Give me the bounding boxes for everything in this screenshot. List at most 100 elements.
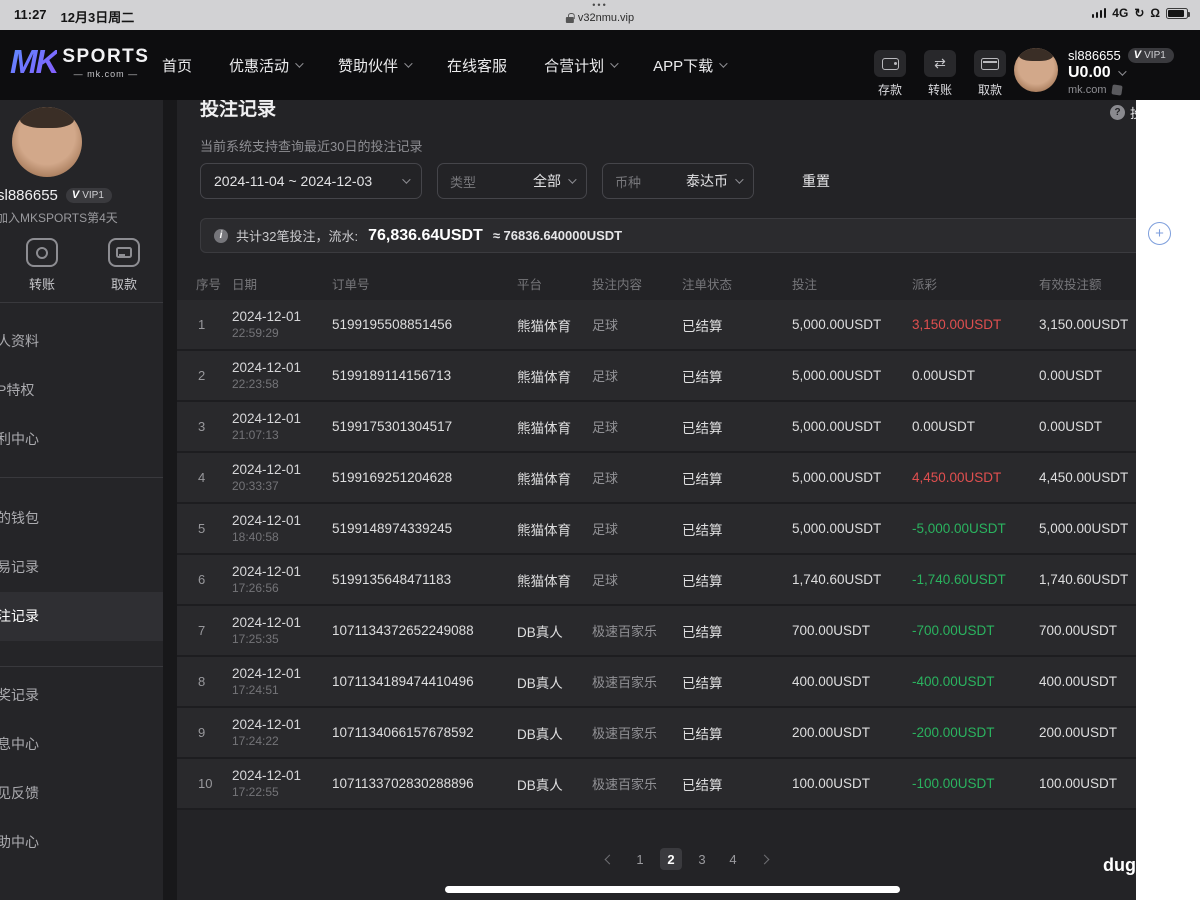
cell-seq: 10 [198,776,213,791]
sidebar-item-feedback[interactable]: 见反馈 [0,769,163,818]
cell-payout: 4,450.00USDT [912,470,1002,485]
user-account-area[interactable]: sl886655 V VIP1 U0.00 mk.com [1014,48,1174,96]
cell-payout: 3,150.00USDT [912,317,1002,332]
table-row[interactable]: 6 2024-12-01 17:26:56 5199135648471183 熊… [177,555,1136,606]
status-time: 11:27 [14,7,47,22]
cell-bet-amount: 5,000.00USDT [792,368,882,383]
sidebar-item-wallet[interactable]: 的钱包 [0,494,163,543]
profile-avatar[interactable] [12,107,82,177]
sidebar-item-vip-privileges[interactable]: P特权 [0,366,163,415]
page-button-2-current[interactable]: 2 [660,848,682,870]
table-row[interactable]: 5 2024-12-01 18:40:58 5199148974339245 熊… [177,504,1136,555]
reset-button[interactable]: 重置 [802,171,830,191]
transfer-button[interactable]: 转账 [920,50,960,98]
battery-icon [1166,7,1190,19]
sidebar-item-betting-records[interactable]: 注记录 [0,592,163,641]
cell-status: 已结算 [682,369,723,385]
page-content: sl886655 V VIP1 加入MKSPORTS第4天 转账 取款 人资料 P… [0,100,1136,900]
table-row[interactable]: 2 2024-12-01 22:23:58 5199189114156713 熊… [177,351,1136,402]
user-avatar[interactable] [1014,48,1058,92]
table-header: 序号 日期 订单号 平台 投注内容 注单状态 投注 派彩 有效投注额 [196,278,1102,292]
sidebar-item-profile[interactable]: 人资料 [0,317,163,366]
cell-date: 2024-12-01 18:40:58 [232,512,302,544]
table-row[interactable]: 3 2024-12-01 21:07:13 5199175301304517 熊… [177,402,1136,453]
site-label: mk.com [1068,84,1107,96]
menu-promotions[interactable]: 优惠活动 [229,55,304,76]
network-type: 4G [1112,6,1129,20]
cell-valid-bet: 100.00USDT [1039,776,1118,791]
horizontal-scrollbar[interactable] [445,886,900,893]
floating-add-button[interactable]: + [1148,222,1171,245]
sidebar-transfer-button[interactable]: 转账 [8,238,76,293]
table-row[interactable]: 10 2024-12-01 17:22:55 10711337028302888… [177,759,1136,810]
page-button-4[interactable]: 4 [722,848,744,870]
page-button-1[interactable]: 1 [629,848,651,870]
divider [0,666,163,667]
cell-valid-bet: 700.00USDT [1039,623,1118,638]
withdraw-button[interactable]: 取款 [970,50,1010,98]
currency-select[interactable]: 币种 泰达币 [602,163,754,199]
cell-order-number: 1071134066157678592 [332,725,474,740]
sidebar-item-transaction-records[interactable]: 易记录 [0,543,163,592]
username: sl886655 [1068,48,1121,63]
menu-sponsors[interactable]: 赞助伙伴 [338,55,413,76]
next-page-button[interactable] [753,848,775,870]
table-row[interactable]: 4 2024-12-01 20:33:37 5199169251204628 熊… [177,453,1136,504]
brand-logo[interactable]: MK SPORTS — mk.com — [10,43,149,81]
address-bar[interactable]: v32nmu.vip [565,12,635,24]
menu-app-download[interactable]: APP下载 [653,55,728,76]
sidebar-withdraw-button[interactable]: 取款 [90,238,158,293]
cell-valid-bet: 0.00USDT [1039,419,1103,434]
table-row[interactable]: 9 2024-12-01 17:24:22 107113406615767859… [177,708,1136,759]
sidebar-item-winning-records[interactable]: 奖记录 [0,671,163,720]
cell-bet-content: 足球 [592,573,619,588]
cell-platform: 熊猫体育 [517,471,571,487]
cell-payout: -5,000.00USDT [912,521,1006,536]
table-row[interactable]: 1 2024-12-01 22:59:29 5199195508851456 熊… [177,300,1136,351]
help-button[interactable]: 投 [1110,103,1136,122]
transfer-icon [36,246,48,259]
filters-bar: 2024-11-04 ~ 2024-12-03 类型 全部 币种 泰达币 重置 [177,163,1136,199]
top-navbar: MK SPORTS — mk.com — 首页 优惠活动 赞助伙伴 在线客服 合… [0,30,1200,100]
quick-actions: 存款 转账 取款 [870,50,1010,98]
menu-home[interactable]: 首页 [162,55,192,76]
tab-overview-icon[interactable]: ••• [566,1,634,10]
cell-order-number: 5199175301304517 [332,419,453,434]
sidebar: sl886655 V VIP1 加入MKSPORTS第4天 转账 取款 人资料 P… [0,100,163,900]
cell-bet-amount: 200.00USDT [792,725,871,740]
pagination: 1 2 3 4 [177,848,1136,870]
date-range-select[interactable]: 2024-11-04 ~ 2024-12-03 [200,163,422,199]
table-row[interactable]: 8 2024-12-01 17:24:51 107113418947441049… [177,657,1136,708]
chevron-left-icon [604,854,614,864]
type-select[interactable]: 类型 全部 [437,163,587,199]
menu-affiliate[interactable]: 合营计划 [544,55,619,76]
menu-support[interactable]: 在线客服 [447,55,507,76]
cell-date: 2024-12-01 22:59:29 [232,308,302,340]
vip-badge: V VIP1 [65,188,112,203]
sidebar-item-help-center[interactable]: 助中心 [0,818,163,867]
page-button-3[interactable]: 3 [691,848,713,870]
cell-status: 已结算 [682,420,723,436]
logo-domain: — mk.com — [73,68,139,79]
cell-payout: -100.00USDT [912,776,995,791]
address-url: v32nmu.vip [577,12,635,24]
chevron-down-icon [719,59,728,68]
cell-seq: 2 [198,368,206,383]
cell-date: 2024-12-01 17:26:56 [232,563,302,595]
table-row[interactable]: 7 2024-12-01 17:25:35 107113437265224908… [177,606,1136,657]
summary-approx: ≈ 76836.640000USDT [492,228,623,243]
cell-date: 2024-12-01 17:24:51 [232,665,302,697]
sidebar-item-message-center[interactable]: 息中心 [0,720,163,769]
bank-card-icon [116,247,132,258]
cell-bet-content: 极速百家乐 [592,777,658,792]
sidebar-item-benefits-center[interactable]: 利中心 [0,415,163,464]
deposit-button[interactable]: 存款 [870,50,910,98]
chevron-down-icon [404,59,413,68]
summary-amount: 76,836.64USDT [368,226,483,244]
prev-page-button[interactable] [598,848,620,870]
cell-payout: 0.00USDT [912,419,976,434]
balance-dropdown[interactable]: U0.00 [1068,64,1174,82]
cell-status: 已结算 [682,471,723,487]
ssl-lock-icon [565,12,575,23]
cell-date: 2024-12-01 17:24:22 [232,716,302,748]
